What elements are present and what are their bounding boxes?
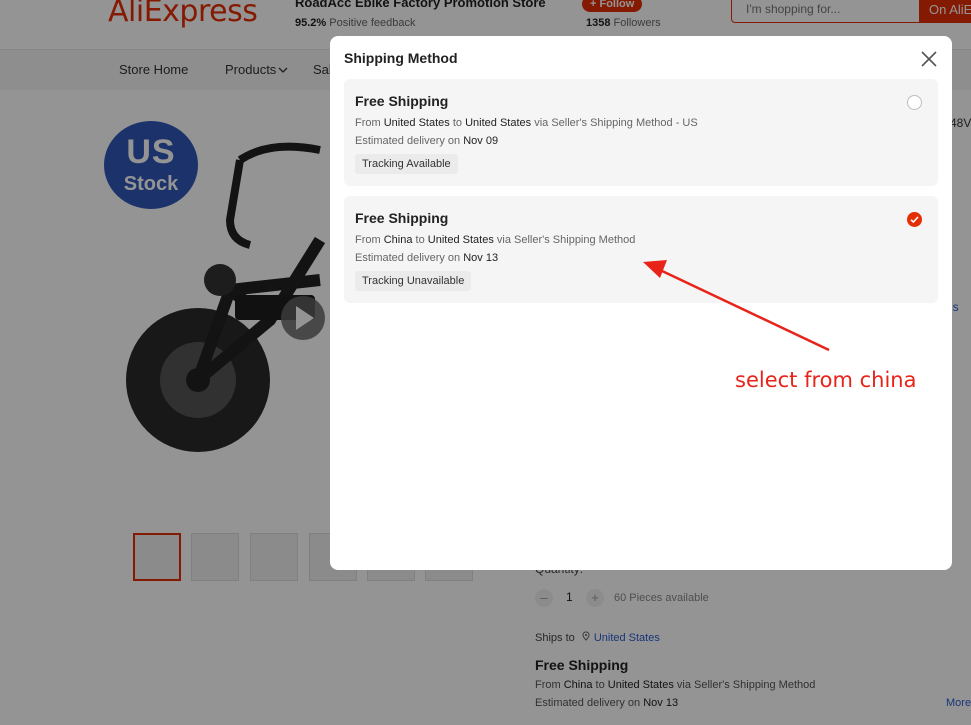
option-route: From China to United States via Seller's… <box>355 234 635 246</box>
close-icon <box>921 51 937 67</box>
option-radio-checked[interactable] <box>907 212 922 227</box>
option-from-word: From <box>355 234 381 246</box>
option-route: From United States to United States via … <box>355 117 698 129</box>
shipping-option-us[interactable]: Free Shipping From United States to Unit… <box>344 79 938 186</box>
option-from: United States <box>383 117 450 129</box>
shipping-option-china[interactable]: Free Shipping From China to United State… <box>344 196 938 303</box>
option-via: via Seller's Shipping Method - US <box>534 117 698 129</box>
shipping-method-modal: Shipping Method Free Shipping From Unite… <box>330 36 952 570</box>
option-estimate-label: Estimated delivery on <box>355 252 461 264</box>
modal-title: Shipping Method <box>344 50 458 66</box>
option-title: Free Shipping <box>355 210 449 226</box>
option-via: via Seller's Shipping Method <box>496 234 636 246</box>
option-from: China <box>383 234 413 246</box>
close-button[interactable] <box>918 48 940 70</box>
option-to-word: to <box>415 234 425 246</box>
option-estimate: Estimated delivery on Nov 13 <box>355 252 498 264</box>
option-estimate: Estimated delivery on Nov 09 <box>355 135 498 147</box>
option-to-word: to <box>452 117 463 129</box>
option-estimate-label: Estimated delivery on <box>355 135 461 147</box>
tracking-tag: Tracking Available <box>355 154 458 174</box>
tracking-tag: Tracking Unavailable <box>355 271 472 291</box>
checkmark-icon <box>910 216 919 224</box>
annotation-text: select from china <box>735 368 917 392</box>
option-title: Free Shipping <box>355 93 449 109</box>
option-to: United States <box>465 117 532 129</box>
option-estimate-date: Nov 13 <box>463 252 499 264</box>
option-estimate-date: Nov 09 <box>463 135 499 147</box>
option-radio[interactable] <box>907 95 922 110</box>
option-from-word: From <box>355 117 381 129</box>
option-to: United States <box>427 234 494 246</box>
